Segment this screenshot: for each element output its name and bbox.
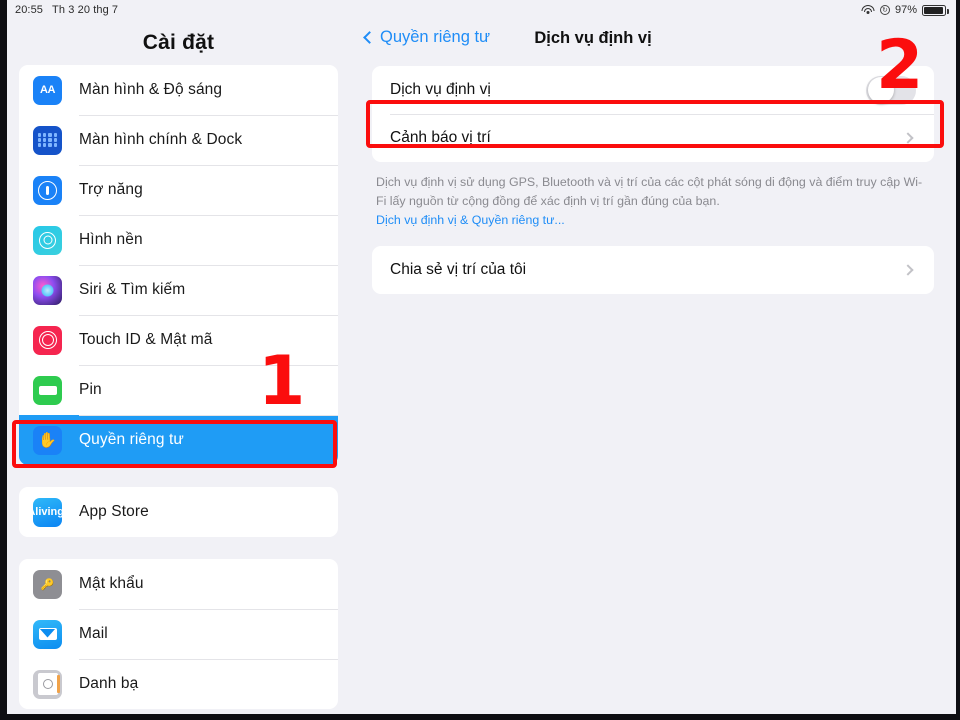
sidebar-item-wallpaper[interactable]: Hình nền	[19, 215, 338, 265]
display-brightness-icon: AA	[33, 75, 62, 105]
sidebar-item-label: Hình nền	[79, 231, 143, 248]
status-bar: 20:55 Th 3 20 thg 7 ↻ 97%	[7, 0, 956, 20]
row-label: Chia sẻ vị trí của tôi	[390, 260, 527, 278]
sidebar-group-divider-2	[7, 537, 350, 559]
privacy-hand-icon: ✋	[33, 425, 62, 455]
sidebar-item-siri-search[interactable]: Siri & Tìm kiếm	[19, 265, 338, 315]
passwords-key-icon: 🔑	[33, 569, 62, 599]
sidebar-item-display-brightness[interactable]: AA Màn hình & Độ sáng	[19, 65, 338, 115]
status-bar-left: 20:55 Th 3 20 thg 7	[15, 4, 118, 16]
device-bezel-bottom	[0, 714, 960, 720]
battery-percent-label: 97%	[894, 4, 917, 16]
chevron-right-icon	[902, 132, 914, 144]
home-screen-dock-icon	[33, 125, 62, 155]
status-bar-right: ↻ 97%	[861, 4, 949, 16]
page-title: Dịch vụ định vị	[534, 29, 652, 47]
location-services-footnote: Dịch vụ định vị sử dụng GPS, Bluetooth v…	[376, 173, 930, 230]
sidebar-item-privacy[interactable]: ✋ Quyền riêng tư	[19, 415, 338, 465]
detail-navigation-bar: Quyền riêng tư Dịch vụ định vị	[350, 20, 956, 66]
row-location-alerts[interactable]: Cảnh báo vị trí	[372, 114, 934, 162]
sidebar-item-passwords[interactable]: 🔑 Mật khẩu	[19, 559, 338, 609]
row-location-services[interactable]: Dịch vụ định vị	[372, 66, 934, 114]
location-services-detail-panel: Quyền riêng tư Dịch vụ định vị Dịch vụ đ…	[350, 20, 956, 720]
sidebar-item-label: Trợ năng	[79, 181, 143, 198]
sidebar-item-accessibility[interactable]: Trợ năng	[19, 165, 338, 215]
sidebar-item-label: App Store	[79, 503, 149, 520]
sidebar-item-app-store[interactable]: Aliving; App Store	[19, 487, 338, 537]
ipad-settings-screenshot: 20:55 Th 3 20 thg 7 ↻ 97% Cài đặt AA Màn…	[0, 0, 960, 720]
sidebar-group-accounts: 🔑 Mật khẩu Mail Danh bạ	[19, 559, 338, 709]
contacts-icon	[33, 669, 62, 699]
sidebar-group-store: Aliving; App Store	[19, 487, 338, 537]
wallpaper-icon	[33, 225, 62, 255]
sidebar-item-label: Mail	[79, 625, 108, 642]
status-bar-date: Th 3 20 thg 7	[52, 4, 119, 16]
sidebar-item-label: Danh bạ	[79, 675, 139, 692]
battery-icon	[922, 4, 949, 16]
touch-id-icon	[33, 325, 62, 355]
sidebar-item-label: Mật khẩu	[79, 575, 144, 592]
share-location-group: Chia sẻ vị trí của tôi	[372, 245, 934, 294]
mail-icon	[33, 619, 62, 649]
sidebar-item-mail[interactable]: Mail	[19, 609, 338, 659]
row-label: Dịch vụ định vị	[390, 81, 491, 98]
sidebar-group-divider	[7, 465, 350, 487]
sidebar-item-contacts[interactable]: Danh bạ	[19, 659, 338, 709]
device-bezel-left	[0, 0, 7, 720]
battery-settings-icon	[33, 375, 62, 405]
accessibility-icon	[33, 175, 62, 205]
annotation-number-two: 2	[876, 26, 924, 105]
sidebar-item-label: Touch ID & Mật mã	[79, 331, 213, 348]
device-bezel-right	[956, 0, 960, 720]
row-share-my-location[interactable]: Chia sẻ vị trí của tôi	[372, 246, 934, 294]
row-label: Cảnh báo vị trí	[390, 129, 491, 146]
rotation-lock-icon: ↻	[879, 5, 890, 15]
sidebar-item-home-screen-dock[interactable]: Màn hình chính & Dock	[19, 115, 338, 165]
location-services-group: Dịch vụ định vị Cảnh báo vị trí	[372, 66, 934, 162]
siri-icon	[33, 275, 62, 305]
sidebar-item-label: Pin	[79, 381, 102, 398]
sidebar-item-label: Quyền riêng tư	[79, 431, 184, 448]
chevron-right-icon	[902, 264, 914, 276]
footnote-text: Dịch vụ định vị sử dụng GPS, Bluetooth v…	[376, 175, 923, 208]
sidebar-title: Cài đặt	[142, 30, 215, 54]
annotation-number-one: 1	[258, 342, 306, 421]
status-bar-time: 20:55	[15, 4, 44, 16]
wifi-icon	[861, 5, 875, 15]
app-store-icon: Aliving;	[33, 497, 62, 527]
sidebar-item-label: Màn hình chính & Dock	[79, 131, 243, 148]
footnote-link[interactable]: Dịch vụ định vị & Quyền riêng tư...	[376, 211, 930, 230]
sidebar-item-label: Siri & Tìm kiếm	[79, 281, 186, 298]
sidebar-item-label: Màn hình & Độ sáng	[79, 81, 223, 98]
